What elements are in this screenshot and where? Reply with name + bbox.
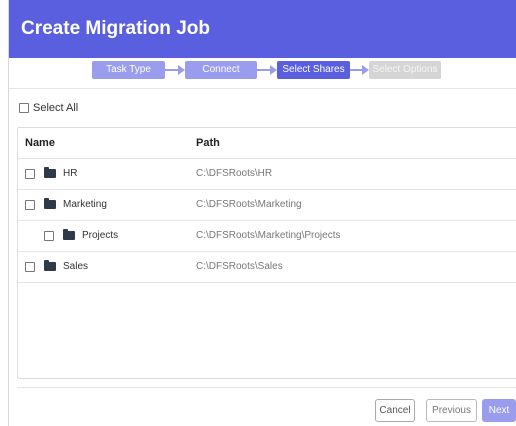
select-all-checkbox[interactable]: [19, 103, 29, 113]
row-path: C:\DFSRoots\Sales: [196, 261, 283, 272]
folder-icon: [44, 167, 56, 178]
next-button[interactable]: Next: [482, 399, 516, 422]
row-checkbox[interactable]: [25, 200, 35, 210]
step-arrow-icon: [257, 65, 277, 75]
step-arrow-icon: [165, 65, 185, 75]
shares-table: Name Path HR C:\DFSRoots\HR Marketing C:…: [17, 127, 516, 379]
folder-icon: [44, 260, 56, 271]
table-row[interactable]: HR C:\DFSRoots\HR: [18, 159, 516, 190]
step-connect[interactable]: Connect: [185, 61, 257, 79]
step-select-shares[interactable]: Select Shares: [277, 61, 350, 79]
column-header-path[interactable]: Path: [196, 137, 220, 149]
cancel-button[interactable]: Cancel: [375, 399, 415, 422]
row-checkbox[interactable]: [25, 169, 35, 179]
select-all-control[interactable]: Select All: [19, 102, 78, 114]
step-task-type[interactable]: Task Type: [92, 61, 165, 79]
select-all-label: Select All: [33, 102, 79, 114]
row-checkbox[interactable]: [25, 262, 35, 272]
wizard-steps: Task Type Connect Select Shares Select O…: [9, 58, 516, 89]
row-name: Projects: [82, 230, 119, 241]
dialog-header: Create Migration Job: [9, 0, 516, 58]
row-path: C:\DFSRoots\Marketing\Projects: [196, 230, 341, 241]
step-arrow-icon: [350, 65, 369, 75]
row-name: HR: [63, 168, 78, 179]
folder-icon: [63, 229, 75, 240]
previous-button[interactable]: Previous: [426, 399, 477, 422]
footer-divider: [17, 387, 516, 388]
row-name: Sales: [63, 261, 89, 272]
folder-icon: [44, 198, 56, 209]
table-row[interactable]: Projects C:\DFSRoots\Marketing\Projects: [18, 221, 516, 252]
column-header-name[interactable]: Name: [25, 137, 55, 149]
table-header: Name Path: [18, 128, 516, 159]
step-select-options[interactable]: Select Options: [369, 61, 441, 79]
row-path: C:\DFSRoots\Marketing: [196, 199, 302, 210]
row-name: Marketing: [63, 199, 107, 210]
row-path: C:\DFSRoots\HR: [196, 168, 273, 179]
table-row[interactable]: Sales C:\DFSRoots\Sales: [18, 252, 516, 283]
table-row[interactable]: Marketing C:\DFSRoots\Marketing: [18, 190, 516, 221]
dialog-title: Create Migration Job: [21, 18, 210, 39]
create-migration-job-dialog: Create Migration Job Task Type Connect S…: [8, 0, 516, 426]
row-checkbox[interactable]: [44, 231, 54, 241]
